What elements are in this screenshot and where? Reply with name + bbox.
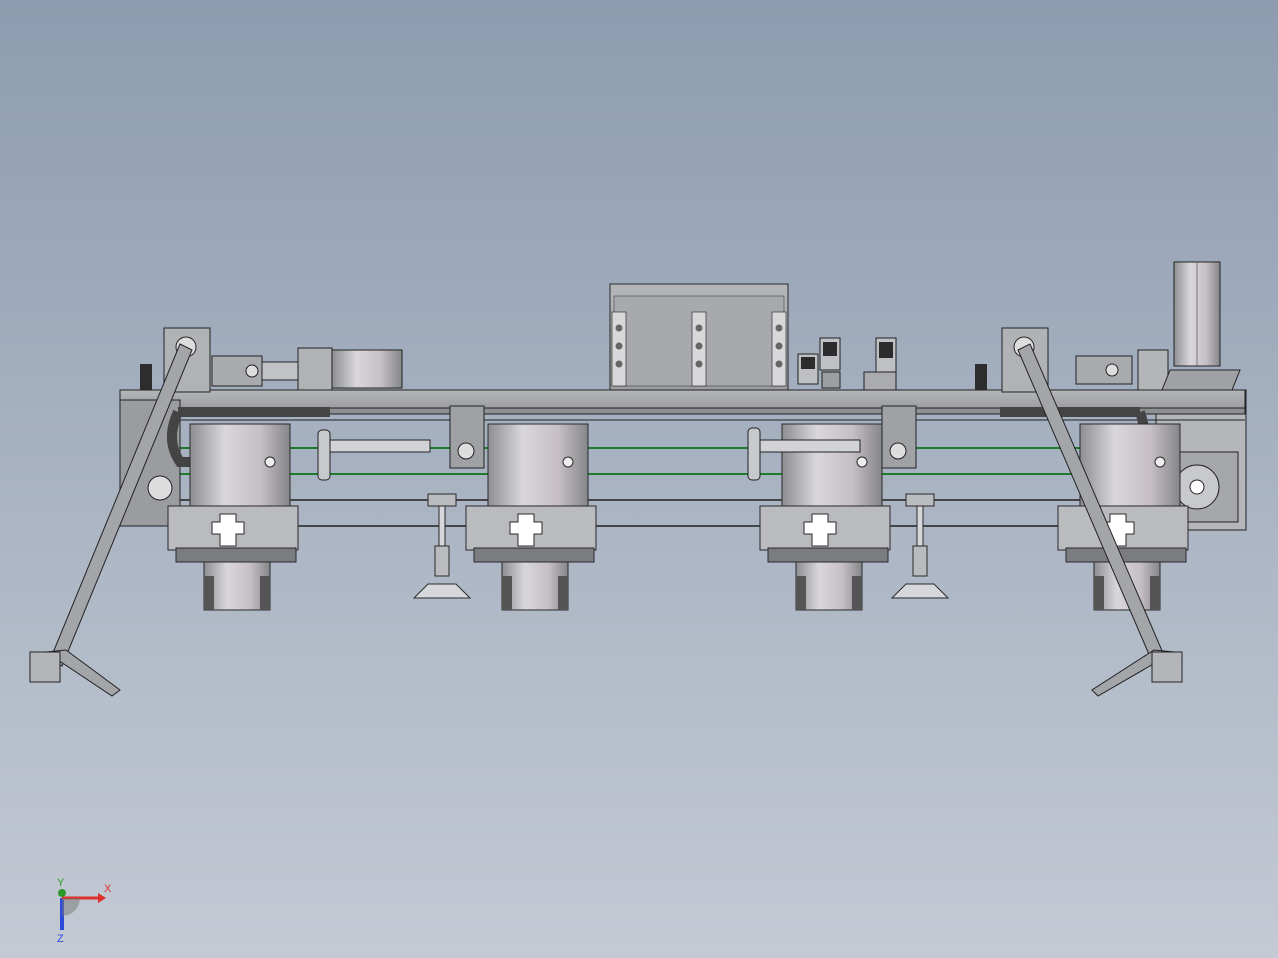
machine-assembly-drawing[interactable]: [0, 0, 1278, 958]
suction-cup-1: [412, 493, 472, 599]
y-axis-marker: [58, 889, 66, 897]
suction-cup-2: [890, 493, 950, 599]
motor-unit-2: [465, 423, 597, 611]
triad-plane: [62, 898, 80, 916]
x-axis-label: X: [104, 883, 112, 895]
z-axis-label: Z: [57, 933, 64, 945]
y-axis-label: Y: [57, 877, 65, 889]
pulley-shaft-left: [317, 405, 485, 481]
control-box: [609, 283, 789, 391]
coordinate-triad: X Y Z: [57, 877, 112, 945]
motor-unit-1: [167, 423, 299, 611]
pneumatic-valves: [797, 337, 897, 391]
cad-viewport[interactable]: X Y Z: [0, 0, 1278, 958]
